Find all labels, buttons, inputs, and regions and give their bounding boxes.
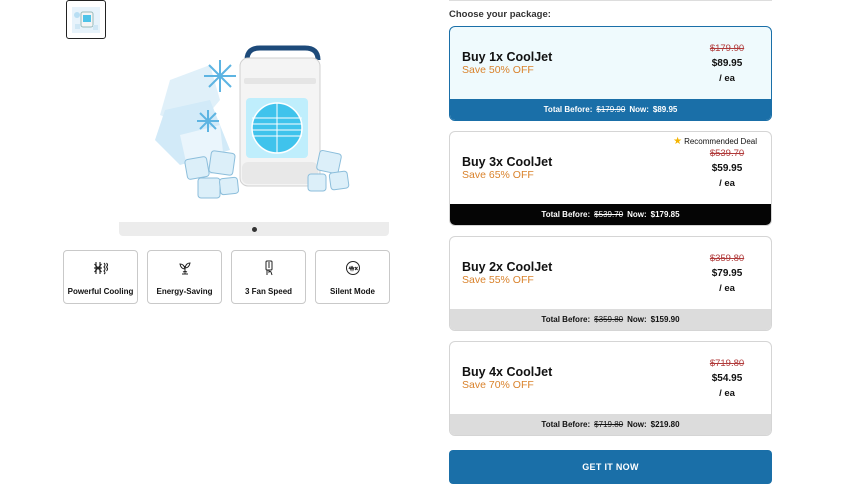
package-savings: Save 70% OFF: [462, 379, 534, 391]
package-title: Buy 2x CoolJet: [462, 260, 553, 274]
total-before-value: $719.80: [594, 420, 624, 429]
total-now-label: Now:: [629, 105, 649, 114]
total-before-value: $539.70: [594, 210, 624, 219]
old-price: $539.70: [709, 148, 745, 159]
snowflake-icon: [93, 262, 108, 275]
package-title: Buy 3x CoolJet: [462, 155, 553, 169]
recommended-badge: ★ Recommended Deal: [673, 136, 757, 147]
quiet-icon: [345, 261, 360, 275]
package-option-3x[interactable]: ★ Recommended Deal Buy 3x CoolJet Save 6…: [449, 131, 772, 226]
package-savings: Save 50% OFF: [462, 64, 534, 76]
total-before-label: Total Before:: [541, 315, 591, 324]
unit-price: $59.95: [711, 163, 743, 174]
package-title: Buy 4x CoolJet: [462, 365, 553, 379]
divider: [449, 0, 772, 2]
package-title: Buy 1x CoolJet: [462, 50, 553, 64]
total-before-label: Total Before:: [541, 420, 591, 429]
total-bar: Total Before: $179.90 Now: $89.95: [450, 99, 771, 120]
total-now-label: Now:: [627, 420, 647, 429]
unit-price: $54.95: [711, 373, 743, 384]
remote-icon: [265, 260, 272, 276]
feature-label: 3 Fan Speed: [244, 287, 293, 296]
package-savings: Save 55% OFF: [462, 274, 534, 286]
total-before-label: Total Before:: [541, 210, 591, 219]
price-column: $719.80 $54.95 / ea: [697, 358, 757, 399]
feature-list: Powerful Cooling Energy-Saving 3 Fan Spe…: [63, 250, 390, 304]
image-slider-track[interactable]: [119, 222, 389, 236]
price-unit: / ea: [719, 73, 735, 84]
price-unit: / ea: [719, 178, 735, 189]
unit-price: $79.95: [711, 268, 743, 279]
get-it-now-button[interactable]: GET IT NOW: [449, 450, 772, 484]
star-icon: ★: [673, 136, 683, 147]
total-bar: Total Before: $359.80 Now: $159.90: [450, 309, 771, 330]
total-before-value: $179.90: [596, 105, 626, 114]
total-bar: Total Before: $719.80 Now: $219.80: [450, 414, 771, 435]
total-now-value: $159.90: [650, 315, 680, 324]
old-price: $719.80: [709, 358, 745, 369]
feature-label: Silent Mode: [330, 287, 375, 296]
package-heading: Choose your package:: [449, 9, 551, 20]
feature-silent-mode: Silent Mode: [315, 250, 390, 304]
leaf-icon: [178, 262, 191, 275]
price-unit: / ea: [719, 283, 735, 294]
air-cooler-thumbnail-icon: [72, 6, 100, 33]
feature-label: Energy-Saving: [156, 287, 213, 296]
feature-fan-speed: 3 Fan Speed: [231, 250, 306, 304]
package-option-4x[interactable]: Buy 4x CoolJet Save 70% OFF $719.80 $54.…: [449, 341, 772, 436]
total-before-label: Total Before:: [543, 105, 593, 114]
recommended-label: Recommended Deal: [684, 137, 757, 146]
total-bar: Total Before: $539.70 Now: $179.85: [450, 204, 771, 225]
product-thumbnail[interactable]: [66, 0, 106, 39]
total-now-label: Now:: [627, 210, 647, 219]
unit-price: $89.95: [711, 58, 743, 69]
package-option-1x[interactable]: Buy 1x CoolJet Save 50% OFF $179.90 $89.…: [449, 26, 772, 121]
total-before-value: $359.80: [594, 315, 624, 324]
total-now-label: Now:: [627, 315, 647, 324]
price-unit: / ea: [719, 388, 735, 399]
old-price: $179.90: [709, 43, 745, 54]
air-cooler-product-image: [155, 45, 350, 199]
slider-dot[interactable]: [252, 227, 257, 232]
price-column: $179.90 $89.95 / ea: [697, 43, 757, 84]
feature-energy-saving: Energy-Saving: [147, 250, 222, 304]
total-now-value: $179.85: [650, 210, 680, 219]
old-price: $359.80: [709, 253, 745, 264]
feature-powerful-cooling: Powerful Cooling: [63, 250, 138, 304]
price-column: $539.70 $59.95 / ea: [697, 148, 757, 189]
total-now-value: $219.80: [650, 420, 680, 429]
package-option-2x[interactable]: Buy 2x CoolJet Save 55% OFF $359.80 $79.…: [449, 236, 772, 331]
total-now-value: $89.95: [652, 105, 678, 114]
price-column: $359.80 $79.95 / ea: [697, 253, 757, 294]
package-savings: Save 65% OFF: [462, 169, 534, 181]
feature-label: Powerful Cooling: [67, 287, 134, 296]
